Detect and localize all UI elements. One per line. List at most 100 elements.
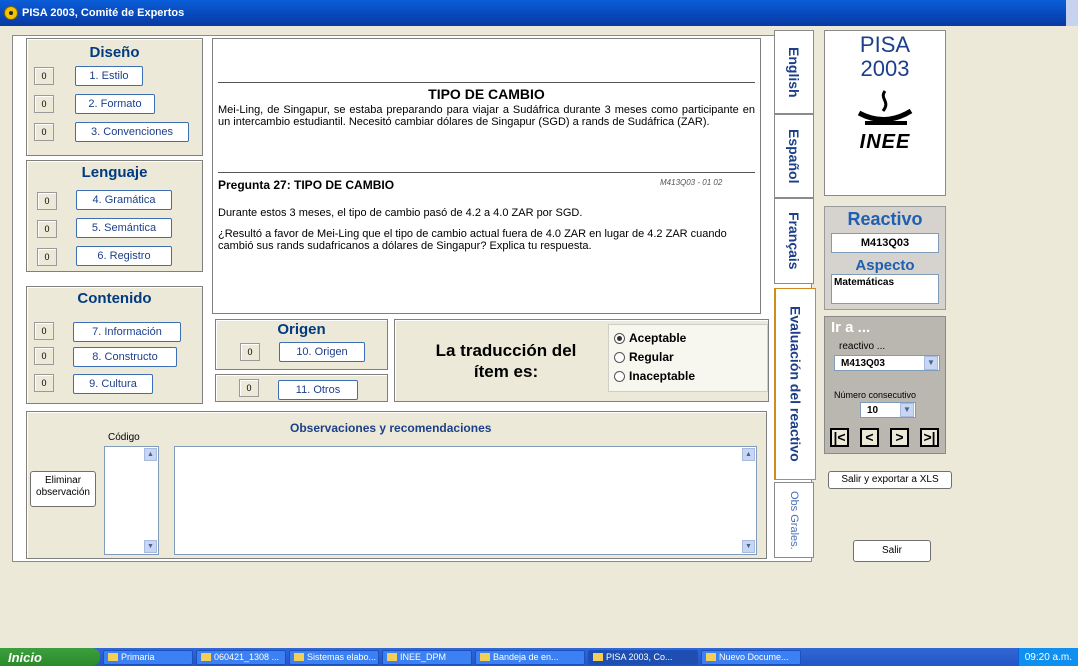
consecutivo-label: Número consecutivo — [834, 390, 917, 400]
origen-button[interactable]: 10. Origen — [279, 342, 365, 362]
question-para1: Durante estos 3 meses, el tipo de cambio… — [218, 207, 583, 219]
taskbar-item-sistemas[interactable]: Sistemas elabo... — [289, 649, 379, 665]
codigo-scroll-up-icon[interactable]: ▲ — [144, 448, 157, 461]
option-inaceptable[interactable]: Inaceptable — [614, 369, 695, 383]
obs-scroll-up-icon[interactable]: ▲ — [742, 448, 755, 461]
radio-aceptable[interactable] — [614, 332, 625, 344]
origen-heading: Origen — [277, 321, 326, 338]
taskbar-item-label: 060421_1308 ... — [214, 652, 280, 662]
folder-icon — [294, 653, 304, 661]
eliminar-observacion-button[interactable]: Eliminar observación — [30, 471, 96, 507]
aspecto-value: Matemáticas — [831, 274, 939, 304]
tab-espanol[interactable]: Español — [774, 114, 814, 198]
previous-record-button[interactable]: < — [860, 428, 879, 447]
ir-a-heading: Ir a ... — [831, 319, 871, 336]
reactivo-value: M413Q03 — [831, 233, 939, 253]
start-button[interactable]: Inicio — [0, 648, 100, 666]
cultura-count: 0 — [34, 374, 54, 392]
question-code: M413Q03 - 01 02 — [660, 178, 723, 187]
otros-count: 0 — [239, 379, 259, 397]
folder-icon — [108, 653, 118, 661]
cultura-button[interactable]: 9. Cultura — [73, 374, 153, 394]
reactivo-dropdown-icon[interactable]: ▼ — [924, 356, 938, 370]
doc-rule-mid — [218, 172, 755, 173]
tab-espanol-label: Español — [786, 128, 802, 184]
window-titlebar: PISA 2003, Comité de Expertos — [0, 0, 1078, 26]
diseno-heading: Diseño — [89, 44, 140, 61]
reactivo-panel: Reactivo M413Q03 Aspecto Matemáticas — [824, 206, 946, 310]
last-record-button[interactable]: >| — [920, 428, 939, 447]
doc-rule-top — [218, 82, 755, 83]
tab-evaluacion-del-reactivo[interactable]: Evaluación del reactivo — [774, 288, 816, 480]
tab-obs-grales[interactable]: Obs Grales. — [774, 482, 814, 558]
folder-icon — [387, 653, 397, 661]
lenguaje-heading: Lenguaje — [81, 164, 148, 181]
formato-button[interactable]: 2. Formato — [75, 94, 155, 114]
media-icon — [201, 653, 211, 661]
taskbar-item-060421[interactable]: 060421_1308 ... — [196, 649, 286, 665]
pisa-logo-panel: PISA 2003 INEE — [824, 30, 946, 196]
reactivo-select-label: reactivo ... — [839, 341, 886, 352]
taskbar-item-label: INEE_DPM — [400, 652, 447, 662]
option-regular-label: Regular — [629, 350, 674, 364]
logo-year: 2003 — [860, 56, 910, 81]
formato-count: 0 — [34, 95, 54, 113]
taskbar-item-inee-dpm[interactable]: INEE_DPM — [382, 649, 472, 665]
tab-evaluacion-label: Evaluación del reactivo — [787, 306, 804, 462]
radio-inaceptable[interactable] — [614, 370, 625, 382]
consecutivo-value: 10 — [867, 404, 879, 416]
taskbar-item-primaria[interactable]: Primaria — [103, 649, 193, 665]
registro-button[interactable]: 6. Registro — [76, 246, 172, 266]
gramatica-button[interactable]: 4. Gramática — [76, 190, 172, 210]
taskbar-item-bandeja[interactable]: Bandeja de en... — [475, 649, 585, 665]
doc-intro: Mei-Ling, de Singapur, se estaba prepara… — [218, 104, 755, 128]
question-para2: ¿Resultó a favor de Mei-Ling que el tipo… — [218, 228, 727, 252]
informacion-button[interactable]: 7. Información — [73, 322, 181, 342]
tab-francais[interactable]: Français — [774, 198, 814, 284]
contenido-heading: Contenido — [77, 290, 152, 307]
tab-english[interactable]: English — [774, 30, 814, 114]
tab-obs-grales-label: Obs Grales. — [788, 490, 800, 550]
taskbar-item-pisa[interactable]: PISA 2003, Co... — [588, 649, 698, 665]
inee-flame-icon — [857, 90, 913, 125]
logo-inee: INEE — [859, 131, 911, 153]
semantica-count: 0 — [37, 220, 57, 238]
otros-button[interactable]: 11. Otros — [278, 380, 358, 400]
consecutivo-dropdown-icon[interactable]: ▼ — [900, 403, 914, 417]
system-tray: 09:20 a.m. — [1017, 648, 1078, 666]
logo-pisa: PISA — [859, 32, 911, 57]
exit-button[interactable]: Salir — [853, 540, 931, 562]
constructo-button[interactable]: 8. Constructo — [73, 347, 177, 367]
codigo-scroll-down-icon[interactable]: ▼ — [144, 540, 157, 553]
item-document — [212, 38, 761, 314]
semantica-button[interactable]: 5. Semántica — [76, 218, 172, 238]
aspecto-heading: Aspecto — [855, 257, 915, 274]
tab-francais-label: Français — [786, 212, 802, 270]
first-record-button[interactable]: |< — [830, 428, 849, 447]
convenciones-button[interactable]: 3. Convenciones — [75, 122, 189, 142]
outlook-icon — [480, 653, 490, 661]
taskbar-item-nuevo-documento[interactable]: Nuevo Docume... — [701, 649, 801, 665]
taskbar-item-label: Sistemas elabo... — [307, 652, 377, 662]
taskbar-item-label: Nuevo Docume... — [719, 652, 789, 662]
next-record-button[interactable]: > — [890, 428, 909, 447]
radiation-app-icon — [593, 653, 603, 661]
radio-regular[interactable] — [614, 351, 625, 363]
window-edge-button[interactable] — [1066, 0, 1078, 26]
clock: 09:20 a.m. — [1024, 651, 1072, 663]
question-title: Pregunta 27: TIPO DE CAMBIO — [218, 178, 395, 192]
consecutivo-select[interactable]: 10 ▼ — [860, 402, 916, 418]
reactivo-select[interactable]: M413Q03 ▼ — [834, 355, 940, 371]
option-aceptable[interactable]: Aceptable — [614, 331, 686, 345]
obs-scroll-down-icon[interactable]: ▼ — [742, 540, 755, 553]
tab-english-label: English — [786, 46, 802, 98]
codigo-list[interactable]: ▲ ▼ — [104, 446, 159, 555]
estilo-button[interactable]: 1. Estilo — [75, 66, 143, 86]
origen-count: 0 — [240, 343, 260, 361]
taskbar: Inicio Primaria 060421_1308 ... Sistemas… — [0, 648, 1078, 666]
word-icon — [706, 653, 716, 661]
observaciones-textarea[interactable]: ▲ ▼ — [174, 446, 757, 555]
option-regular[interactable]: Regular — [614, 350, 674, 364]
doc-title: TIPO DE CAMBIO — [428, 86, 545, 102]
export-xls-button[interactable]: Salir y exportar a XLS — [828, 471, 952, 489]
